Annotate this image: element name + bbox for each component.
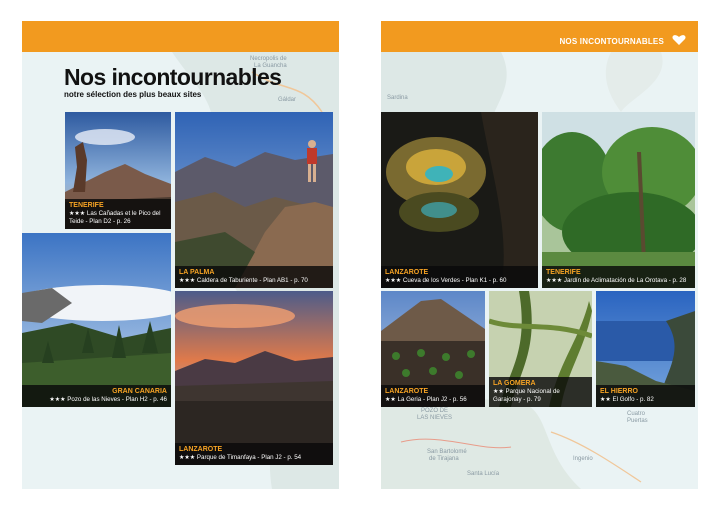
caption-text: La Geria - Plan J2 - p. 56 xyxy=(397,396,467,403)
caption: LA GOMERA ★★ Parque Nacional de Garajona… xyxy=(489,377,592,407)
rating-stars: ★★★ xyxy=(69,211,86,217)
caption-text: Cueva de los Verdes - Plan K1 - p. 60 xyxy=(402,277,507,284)
caption: TENERIFE ★★★ Las Cañadas et le Pico del … xyxy=(65,199,171,229)
orange-header-band: NOS INCONTOURNABLES xyxy=(381,21,698,52)
map-label: Ingenio xyxy=(573,456,593,462)
heart-hands-icon xyxy=(672,35,686,45)
photo-card-timanfaya[interactable]: LANZAROTE ★★★ Parque de Timanfaya - Plan… xyxy=(175,291,333,465)
caption: EL HIERRO ★★ El Golfo - p. 82 xyxy=(596,385,695,407)
map-label: Necropolis de xyxy=(250,56,287,62)
photo-card-pozo[interactable]: GRAN CANARIA ★★★ Pozo de las Nieves - Pl… xyxy=(22,233,171,407)
orange-header-band xyxy=(22,21,339,52)
map-label: Cuatro xyxy=(627,411,646,417)
caption-place: TENERIFE xyxy=(69,202,104,209)
pozo-photo xyxy=(22,233,171,407)
photo-card-geria[interactable]: LANZAROTE ★★ La Geria - Plan J2 - p. 56 xyxy=(381,291,485,407)
caption-place: LANZAROTE xyxy=(385,269,429,276)
caption: LA PALMA ★★★ Caldera de Taburiente - Pla… xyxy=(175,266,333,288)
map-label: de Tirajana xyxy=(429,456,459,462)
rating-stars: ★★ xyxy=(385,397,396,403)
photo-card-garajonay[interactable]: LA GOMERA ★★ Parque Nacional de Garajona… xyxy=(489,291,592,407)
map-label: San Bartolomé xyxy=(427,449,467,455)
caldera-photo xyxy=(175,112,333,288)
photo-card-golfo[interactable]: EL HIERRO ★★ El Golfo - p. 82 xyxy=(596,291,695,407)
caption-place: TENERIFE xyxy=(546,269,581,276)
caption-text: Jardín de Aclimatación de La Orotava - p… xyxy=(563,277,687,284)
cueva-photo xyxy=(381,112,538,288)
left-page: Necropolis de La Guancha Gáldar Nos inco… xyxy=(22,21,339,489)
map-label: Santa Lucía xyxy=(467,471,500,477)
map-label: LAS NIEVES xyxy=(417,415,453,421)
caption-place: LANZAROTE xyxy=(385,388,429,395)
map-label: Puertas xyxy=(627,418,648,424)
caption-place: LA GOMERA xyxy=(493,380,536,387)
caption-text: Caldera de Taburiente - Plan AB1 - p. 70 xyxy=(196,277,308,284)
caption-text: El Golfo - p. 82 xyxy=(612,396,654,403)
map-label: POZO DE xyxy=(421,408,449,414)
caption: GRAN CANARIA ★★★ Pozo de las Nieves - Pl… xyxy=(22,385,171,407)
page-subtitle: notre sélection des plus beaux sites xyxy=(64,90,202,99)
rating-stars: ★★ xyxy=(600,397,611,403)
photo-card-caldera[interactable]: LA PALMA ★★★ Caldera de Taburiente - Pla… xyxy=(175,112,333,288)
section-header: NOS INCONTOURNABLES xyxy=(559,37,664,46)
caption: LANZAROTE ★★★ Cueva de los Verdes - Plan… xyxy=(381,266,538,288)
rating-stars: ★★★ xyxy=(49,397,66,403)
rating-stars: ★★ xyxy=(493,389,504,395)
caption: LANZAROTE ★★★ Parque de Timanfaya - Plan… xyxy=(175,443,333,465)
caption-place: GRAN CANARIA xyxy=(112,388,167,395)
caption: TENERIFE ★★★ Jardín de Aclimatación de L… xyxy=(542,266,695,288)
caption-place: EL HIERRO xyxy=(600,388,638,395)
rating-stars: ★★★ xyxy=(179,278,196,284)
jardin-photo xyxy=(542,112,695,288)
photo-card-cueva[interactable]: LANZAROTE ★★★ Cueva de los Verdes - Plan… xyxy=(381,112,538,288)
photo-card-jardin[interactable]: TENERIFE ★★★ Jardín de Aclimatación de L… xyxy=(542,112,695,288)
caption-text: Pozo de las Nieves - Plan H2 - p. 46 xyxy=(67,396,167,403)
caption-place: LA PALMA xyxy=(179,269,215,276)
page-title: Nos incontournables xyxy=(64,64,282,90)
rating-stars: ★★★ xyxy=(179,455,196,461)
map-label: Gáldar xyxy=(278,97,297,103)
caption-place: LANZAROTE xyxy=(179,446,223,453)
map-label: Sardina xyxy=(387,95,408,101)
timanfaya-photo xyxy=(175,291,333,465)
caption-text: Parque de Timanfaya - Plan J2 - p. 54 xyxy=(196,454,302,461)
caption-text: Parque Nacional de Garajonay - p. 79 xyxy=(493,388,560,403)
rating-stars: ★★★ xyxy=(546,278,563,284)
photo-card-teide[interactable]: TENERIFE ★★★ Las Cañadas et le Pico del … xyxy=(65,112,171,229)
rating-stars: ★★★ xyxy=(385,278,402,284)
right-page: NOS INCONTOURNABLES Sardina POZO DE LAS … xyxy=(381,21,698,489)
caption: LANZAROTE ★★ La Geria - Plan J2 - p. 56 xyxy=(381,385,485,407)
